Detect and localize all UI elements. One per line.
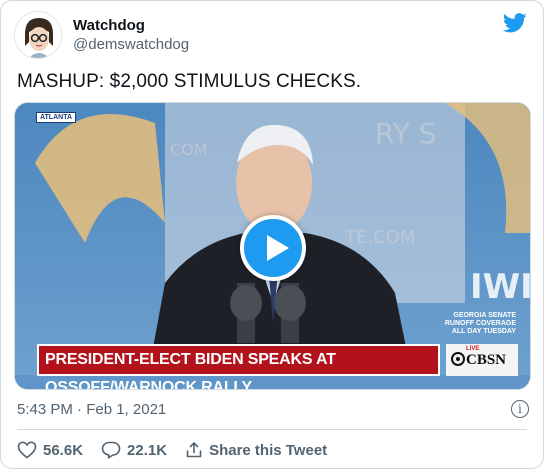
reply-count: 22.1K [127, 441, 168, 459]
coverage-line: GEORGIA SENATE [453, 312, 516, 319]
share-button[interactable]: Share this Tweet [185, 441, 327, 459]
svg-text:IWI: IWI [470, 267, 531, 307]
tweet-timestamp[interactable]: 5:43 PM · Feb 1, 2021 [17, 401, 166, 418]
svg-text:TE.COM: TE.COM [344, 227, 415, 248]
tweet-card[interactable]: Watchdog @demswatchdog MASHUP: $2,000 ST… [0, 0, 544, 469]
action-bar: 56.6K 22.1K Share this Tweet [17, 439, 345, 461]
coverage-promo: GEORGIA SENATE RUNOFF COVERAGE ALL DAY T… [416, 312, 516, 336]
twitter-bird-icon[interactable] [503, 13, 527, 33]
like-count: 56.6K [43, 441, 84, 459]
cbs-eye-icon [451, 352, 465, 366]
play-button[interactable] [240, 215, 306, 281]
info-icon[interactable] [511, 400, 529, 418]
user-handle[interactable]: @demswatchdog [73, 36, 189, 53]
live-label: LIVE [466, 346, 480, 352]
reply-bubble-icon [101, 441, 121, 459]
avatar-illustration [15, 12, 61, 58]
tweet-text: MASHUP: $2,000 STIMULUS CHECKS. [17, 71, 362, 92]
video-player[interactable]: RY S COM TE.COM IWI ATLANTA GEORGIA SENA… [14, 102, 531, 390]
location-tag: ATLANTA [36, 112, 77, 123]
svg-text:RY S: RY S [375, 117, 436, 150]
network-name: CBSN [466, 352, 507, 368]
avatar[interactable] [14, 11, 62, 59]
like-button[interactable]: 56.6K [17, 441, 83, 459]
headline-banner: PRESIDENT-ELECT BIDEN SPEAKS AT OSSOFF/W… [37, 344, 440, 389]
coverage-line: ALL DAY TUESDAY [451, 328, 516, 335]
heart-icon [17, 441, 37, 459]
reply-button[interactable]: 22.1K [101, 441, 167, 459]
divider [17, 429, 527, 430]
network-logo: LIVE CBSN [446, 344, 518, 376]
display-name[interactable]: Watchdog [73, 17, 145, 34]
share-icon [186, 442, 202, 458]
svg-text:COM: COM [170, 140, 208, 159]
coverage-line: RUNOFF COVERAGE [444, 320, 516, 327]
share-label: Share this Tweet [209, 441, 328, 459]
